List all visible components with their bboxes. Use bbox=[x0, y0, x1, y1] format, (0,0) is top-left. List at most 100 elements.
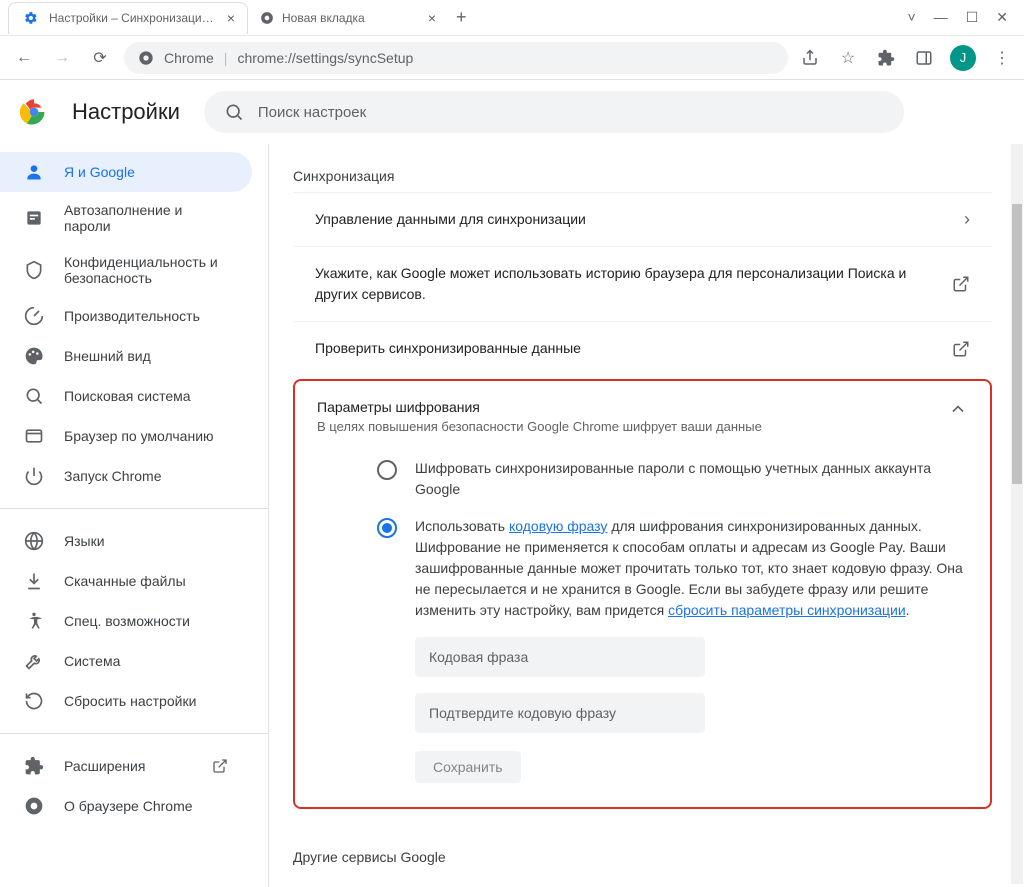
minimize-icon[interactable]: — bbox=[934, 9, 948, 26]
maximize-icon[interactable]: ☐ bbox=[966, 9, 979, 26]
scrollbar[interactable] bbox=[1011, 144, 1023, 884]
settings-header: Настройки Поиск настроек bbox=[0, 80, 1024, 144]
row-review-synced-data[interactable]: Проверить синхронизированные данные bbox=[293, 321, 992, 375]
dropdown-icon[interactable]: ˅ bbox=[908, 9, 916, 26]
omnibox-separator: | bbox=[224, 50, 228, 66]
sidebar-item-label: Браузер по умолчанию bbox=[64, 428, 214, 444]
row-text: Укажите, как Google может использовать и… bbox=[315, 263, 952, 305]
window-controls: ˅ — ☐ ✕ bbox=[892, 9, 1024, 26]
external-link-icon bbox=[952, 275, 970, 293]
sidebar-item-languages[interactable]: Языки bbox=[0, 521, 252, 561]
add-tab-button[interactable]: + bbox=[456, 7, 467, 28]
omnibox-url: chrome://settings/syncSetup bbox=[237, 50, 413, 66]
radio-encrypt-with-passphrase[interactable]: Использовать кодовую фразу для шифровани… bbox=[377, 516, 968, 621]
back-button[interactable]: ← bbox=[10, 44, 38, 72]
chrome-logo-icon bbox=[20, 98, 48, 126]
scrollbar-thumb[interactable] bbox=[1012, 204, 1022, 484]
download-icon bbox=[24, 571, 44, 591]
sidebar-item-search[interactable]: Поисковая система bbox=[0, 376, 252, 416]
section-sync-title: Синхронизация bbox=[293, 168, 992, 184]
window-titlebar: Настройки – Синхронизация се × Новая вкл… bbox=[0, 0, 1024, 36]
passphrase-confirm-input[interactable] bbox=[415, 693, 705, 733]
sidebar-item-label: Производительность bbox=[64, 308, 200, 324]
close-window-icon[interactable]: ✕ bbox=[996, 9, 1008, 26]
sidebar-item-label: Конфиденциальность и безопасность bbox=[64, 254, 228, 286]
passphrase-link[interactable]: кодовую фразу bbox=[509, 518, 607, 534]
menu-icon[interactable]: ⋮ bbox=[990, 46, 1014, 70]
section-other-title: Другие сервисы Google bbox=[293, 849, 992, 865]
palette-icon bbox=[24, 346, 44, 366]
power-icon bbox=[24, 466, 44, 486]
chevron-right-icon: › bbox=[964, 209, 970, 230]
sidebar-item-extensions[interactable]: Расширения bbox=[0, 746, 252, 786]
radio-encrypt-with-google[interactable]: Шифровать синхронизированные пароли с по… bbox=[377, 458, 968, 500]
chevron-up-icon[interactable] bbox=[948, 399, 968, 419]
sidebar-item-autofill[interactable]: Автозаполнение и пароли bbox=[0, 192, 252, 244]
sidebar-item-label: Я и Google bbox=[64, 164, 135, 180]
avatar[interactable]: J bbox=[950, 45, 976, 71]
browser-tab-newtab[interactable]: Новая вкладка × bbox=[248, 2, 448, 34]
forward-button[interactable]: → bbox=[48, 44, 76, 72]
sidebar-item-startup[interactable]: Запуск Chrome bbox=[0, 456, 252, 496]
passphrase-input[interactable] bbox=[415, 637, 705, 677]
reset-sync-link[interactable]: сбросить параметры синхронизации bbox=[668, 602, 906, 618]
main-content: Синхронизация Управление данными для син… bbox=[268, 144, 1024, 887]
sidebar-item-label: Скачанные файлы bbox=[64, 573, 186, 589]
sidepanel-icon[interactable] bbox=[912, 46, 936, 70]
omnibox[interactable]: Chrome | chrome://settings/syncSetup bbox=[124, 42, 788, 74]
sidebar-item-label: Внешний вид bbox=[64, 348, 151, 364]
external-link-icon bbox=[212, 758, 228, 774]
browser-toolbar: ← → ⟳ Chrome | chrome://settings/syncSet… bbox=[0, 36, 1024, 80]
reload-button[interactable]: ⟳ bbox=[86, 44, 114, 72]
sidebar-item-label: Система bbox=[64, 653, 120, 669]
sidebar-item-appearance[interactable]: Внешний вид bbox=[0, 336, 252, 376]
extensions-icon[interactable] bbox=[874, 46, 898, 70]
encryption-subtitle: В целях повышения безопасности Google Ch… bbox=[317, 419, 762, 434]
sidebar-item-label: Поисковая система bbox=[64, 388, 191, 404]
row-google-history[interactable]: Укажите, как Google может использовать и… bbox=[293, 246, 992, 321]
browser-tab-settings[interactable]: Настройки – Синхронизация се × bbox=[8, 2, 248, 34]
row-manage-sync-data[interactable]: Управление данными для синхронизации › bbox=[293, 192, 992, 246]
star-icon[interactable]: ☆ bbox=[836, 46, 860, 70]
puzzle-icon bbox=[24, 756, 44, 776]
sidebar-item-system[interactable]: Система bbox=[0, 641, 252, 681]
sidebar-item-you-and-google[interactable]: Я и Google bbox=[0, 152, 252, 192]
radio-icon[interactable] bbox=[377, 460, 397, 480]
row-text: Управление данными для синхронизации bbox=[315, 209, 964, 230]
save-button[interactable]: Сохранить bbox=[415, 751, 521, 783]
close-icon[interactable]: × bbox=[428, 10, 436, 26]
close-icon[interactable]: × bbox=[227, 10, 235, 26]
chrome-icon bbox=[24, 796, 44, 816]
sidebar-item-downloads[interactable]: Скачанные файлы bbox=[0, 561, 252, 601]
share-icon[interactable] bbox=[798, 46, 822, 70]
encryption-card: Параметры шифрования В целях повышения б… bbox=[293, 379, 992, 809]
sidebar-item-label: Спец. возможности bbox=[64, 613, 190, 629]
sidebar: Я и Google Автозаполнение и пароли Конфи… bbox=[0, 144, 268, 887]
sidebar-item-reset[interactable]: Сбросить настройки bbox=[0, 681, 252, 721]
tab-title: Новая вкладка bbox=[282, 11, 420, 25]
row-text: Проверить синхронизированные данные bbox=[315, 338, 952, 359]
page-title: Настройки bbox=[72, 99, 180, 125]
search-input[interactable]: Поиск настроек bbox=[204, 91, 904, 133]
reset-icon bbox=[24, 691, 44, 711]
speedometer-icon bbox=[24, 306, 44, 326]
sidebar-item-default-browser[interactable]: Браузер по умолчанию bbox=[0, 416, 252, 456]
sidebar-item-accessibility[interactable]: Спец. возможности bbox=[0, 601, 252, 641]
sidebar-item-performance[interactable]: Производительность bbox=[0, 296, 252, 336]
chrome-icon bbox=[260, 11, 274, 25]
sidebar-item-label: Расширения bbox=[64, 758, 145, 774]
radio-icon[interactable] bbox=[377, 518, 397, 538]
encryption-title: Параметры шифрования bbox=[317, 399, 762, 415]
radio-label: Использовать кодовую фразу для шифровани… bbox=[415, 516, 968, 621]
sidebar-item-about[interactable]: О браузере Chrome bbox=[0, 786, 252, 826]
shield-icon bbox=[24, 260, 44, 280]
sidebar-item-label: Языки bbox=[64, 533, 105, 549]
autofill-icon bbox=[24, 208, 44, 228]
accessibility-icon bbox=[24, 611, 44, 631]
gear-icon bbox=[21, 8, 41, 28]
sidebar-item-privacy[interactable]: Конфиденциальность и безопасность bbox=[0, 244, 252, 296]
person-icon bbox=[24, 162, 44, 182]
chrome-scheme-icon bbox=[138, 50, 154, 66]
sidebar-item-label: Запуск Chrome bbox=[64, 468, 161, 484]
browser-icon bbox=[24, 426, 44, 446]
